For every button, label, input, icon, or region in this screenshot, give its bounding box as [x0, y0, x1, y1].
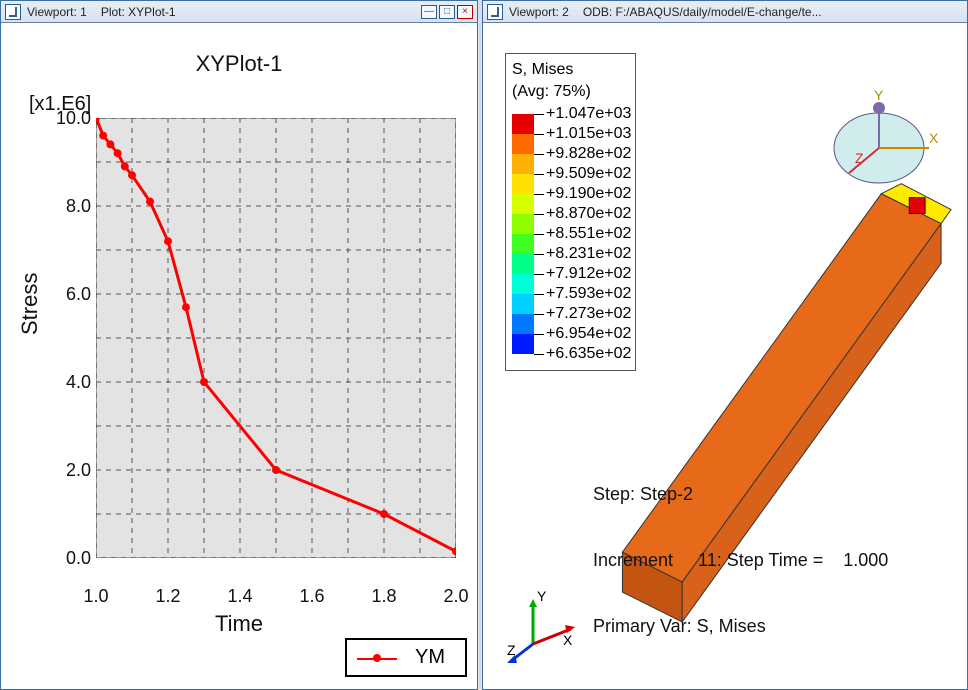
viewport-2: Viewport: 2 ODB: F:/ABAQUS/daily/model/E…: [482, 0, 968, 690]
chart-legend: YM: [345, 638, 467, 677]
viewport-1-titlebar[interactable]: Viewport: 1 Plot: XYPlot-1 — □ ×: [1, 1, 477, 23]
chart-ylabel: Stress: [17, 273, 43, 335]
x-tick: 1.6: [294, 586, 330, 607]
legend-value-row: +9.828e+02: [534, 144, 631, 164]
legend-value-row: +7.912e+02: [534, 264, 631, 284]
x-tick: 2.0: [438, 586, 474, 607]
legend-value-row: +8.551e+02: [534, 224, 631, 244]
y-tick: 8.0: [51, 196, 91, 217]
viewport-2-extra-value: F:/ABAQUS/daily/model/E-change/te...: [616, 5, 822, 19]
chart-canvas: [96, 118, 456, 558]
legend-value-row: +9.509e+02: [534, 164, 631, 184]
close-button[interactable]: ×: [457, 5, 473, 19]
odb-view[interactable]: Y X Z S, Mises (Avg: 75%) +1.047e+03+1.0…: [483, 23, 967, 689]
legend-color: [512, 194, 534, 214]
legend-color: [512, 314, 534, 334]
legend-color: [512, 234, 534, 254]
x-tick: 1.2: [150, 586, 186, 607]
legend-value-row: +9.190e+02: [534, 184, 631, 204]
legend-color: [512, 114, 534, 134]
legend-value-row: +6.635e+02: [534, 344, 631, 364]
legend-value-row: +8.231e+02: [534, 244, 631, 264]
app-icon: [5, 4, 21, 20]
legend-color: [512, 334, 534, 354]
legend-label: YM: [415, 646, 445, 669]
mini-triad-z: Z: [855, 150, 864, 166]
viewport-1-extra-label: Plot:: [101, 5, 125, 19]
y-tick: 6.0: [51, 284, 91, 305]
x-tick: 1.4: [222, 586, 258, 607]
legend-swatch: [357, 651, 397, 665]
y-tick: 4.0: [51, 372, 91, 393]
y-tick: 0.0: [51, 548, 91, 569]
legend-color: [512, 274, 534, 294]
triad-y: Y: [537, 589, 547, 604]
mises-header-2: (Avg: 75%): [512, 82, 631, 102]
step-info: Step: Step-2 Increment 11: Step Time = 1…: [593, 439, 888, 681]
triad-x: X: [563, 632, 573, 648]
legend-value-row: +1.015e+03: [534, 124, 631, 144]
viewport-1-extra-value: XYPlot-1: [128, 5, 175, 19]
viewport-2-extra-label: ODB:: [583, 5, 612, 19]
legend-value-row: +1.047e+03: [534, 104, 631, 124]
chart-title: XYPlot-1: [1, 51, 477, 77]
step-line-2: Increment 11: Step Time = 1.000: [593, 549, 888, 571]
mini-triad-y: Y: [874, 87, 884, 103]
y-tick: 2.0: [51, 460, 91, 481]
mises-legend: S, Mises (Avg: 75%) +1.047e+03+1.015e+03…: [505, 53, 636, 371]
x-tick: 1.8: [366, 586, 402, 607]
legend-color: [512, 294, 534, 314]
app-root: Viewport: 1 Plot: XYPlot-1 — □ × XYPlot-…: [0, 0, 968, 690]
mises-header-1: S, Mises: [512, 60, 631, 80]
minimize-button[interactable]: —: [421, 5, 437, 19]
step-line-3: Primary Var: S, Mises: [593, 615, 888, 637]
orientation-triad[interactable]: Y X Z: [819, 78, 939, 198]
global-triad: Y X Z: [503, 589, 583, 669]
x-tick: 1.0: [78, 586, 114, 607]
chart-xlabel: Time: [1, 611, 477, 637]
legend-color: [512, 154, 534, 174]
mini-triad-x: X: [929, 130, 939, 146]
legend-color: [512, 134, 534, 154]
viewport-1: Viewport: 1 Plot: XYPlot-1 — □ × XYPlot-…: [0, 0, 478, 690]
legend-value-row: +7.593e+02: [534, 284, 631, 304]
viewport-1-label: Viewport: 1: [27, 5, 87, 19]
legend-color: [512, 214, 534, 234]
app-icon: [487, 4, 503, 20]
maximize-button[interactable]: □: [439, 5, 455, 19]
xy-plot[interactable]: XYPlot-1 [x1.E6] Stress Time 10.08.06.04…: [1, 23, 477, 689]
legend-color: [512, 174, 534, 194]
legend-value-row: +6.954e+02: [534, 324, 631, 344]
viewport-2-titlebar[interactable]: Viewport: 2 ODB: F:/ABAQUS/daily/model/E…: [483, 1, 967, 23]
legend-color: [512, 254, 534, 274]
step-line-1: Step: Step-2: [593, 483, 888, 505]
legend-value-row: +7.273e+02: [534, 304, 631, 324]
triad-z: Z: [507, 642, 516, 658]
viewport-2-label: Viewport: 2: [509, 5, 569, 19]
legend-value-row: +8.870e+02: [534, 204, 631, 224]
y-tick: 10.0: [51, 108, 91, 129]
